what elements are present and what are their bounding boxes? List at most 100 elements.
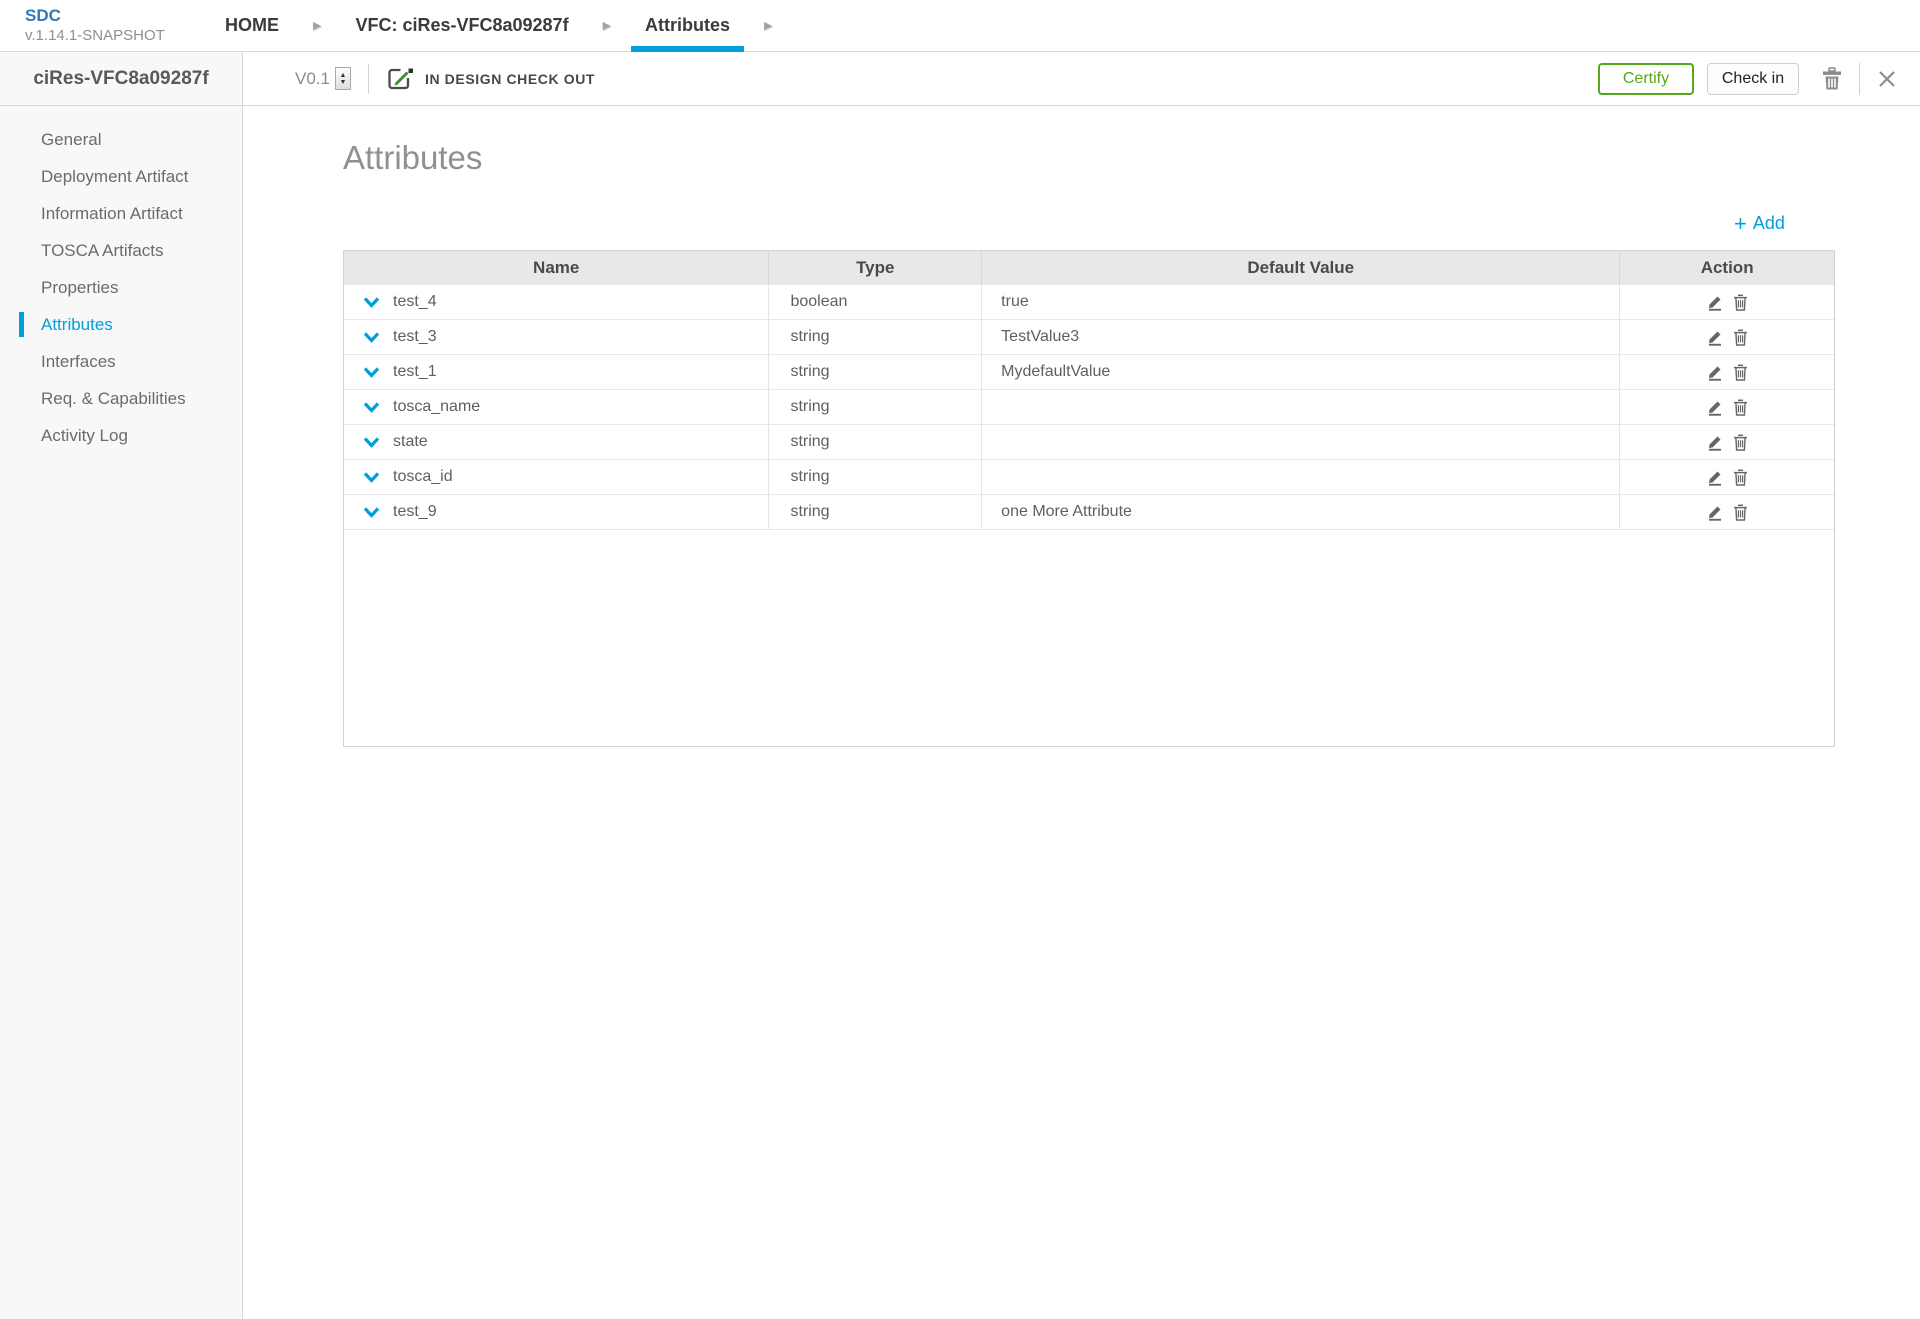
name-cell: tosca_id [344, 460, 770, 494]
sidebar-item[interactable]: TOSCA Artifacts [0, 232, 242, 269]
chevron-down-icon[interactable] [363, 366, 380, 378]
plus-icon: + [1734, 210, 1747, 236]
delete-icon[interactable] [1733, 294, 1748, 311]
attribute-name: test_9 [393, 503, 437, 520]
edit-icon[interactable] [1707, 328, 1724, 346]
attribute-type: string [790, 363, 830, 380]
sidebar-item-label: Attributes [41, 314, 113, 334]
breadcrumb-tab[interactable]: VFC: ciRes-VFC8a09287f [333, 0, 590, 51]
edit-icon[interactable] [1707, 363, 1724, 381]
attribute-type: boolean [790, 293, 848, 310]
delete-icon[interactable] [1733, 434, 1748, 451]
sidebar-item[interactable]: Activity Log [0, 417, 242, 454]
table-row: test_3 string TestValue3 [344, 320, 1834, 355]
top-nav-bar: SDC v.1.14.1-SNAPSHOT HOME ▶ VFC: ciRes-… [0, 0, 1920, 52]
type-cell: string [769, 320, 983, 354]
sidebar-item[interactable]: Information Artifact [0, 195, 242, 232]
delete-icon[interactable] [1733, 469, 1748, 486]
breadcrumb-tab[interactable]: HOME [203, 0, 301, 51]
attribute-type: string [790, 328, 830, 345]
chevron-down-icon[interactable] [363, 506, 380, 518]
attribute-name: test_1 [393, 363, 437, 380]
edit-icon[interactable] [1707, 293, 1724, 311]
sidebar-item[interactable]: Attributes [0, 306, 242, 343]
toolbar-actions: Certify Check in [1598, 62, 1904, 95]
breadcrumb-tab-label: VFC: ciRes-VFC8a09287f [355, 15, 569, 35]
chevron-down-icon[interactable] [363, 296, 380, 308]
certify-button[interactable]: Certify [1598, 62, 1694, 95]
add-attribute-button[interactable]: + Add [1734, 210, 1785, 236]
version-label: V0.1 [295, 68, 330, 88]
delete-icon[interactable] [1733, 329, 1748, 346]
sidebar-item[interactable]: Req. & Capabilities [0, 380, 242, 417]
edit-icon[interactable] [1707, 398, 1724, 416]
table-row: state string [344, 425, 1834, 460]
status-label: IN DESIGN CHECK OUT [424, 70, 596, 87]
edit-icon[interactable] [1707, 468, 1724, 486]
toolbar: V0.1 ▲ ▼ IN DESIGN CHECK OUT Certify Che… [243, 52, 1920, 106]
chevron-down-icon[interactable] [363, 471, 380, 483]
name-cell: test_4 [344, 285, 770, 319]
chevron-down-icon[interactable] [363, 331, 380, 343]
chevron-down-icon[interactable] [363, 436, 380, 448]
attribute-default-value: TestValue3 [1001, 328, 1080, 345]
sidebar-item-label: Properties [41, 277, 119, 297]
sidebar-item[interactable]: General [0, 121, 242, 158]
name-cell: tosca_name [344, 390, 770, 424]
lifecycle-status: IN DESIGN CHECK OUT [386, 65, 595, 92]
table-row: test_1 string MydefaultValue [344, 355, 1834, 390]
delete-icon[interactable] [1733, 399, 1748, 416]
action-cell [1620, 320, 1834, 354]
page-title: Attributes [343, 139, 483, 176]
sidebar-item-label: Deployment Artifact [41, 166, 189, 186]
chevron-down-icon[interactable] [363, 401, 380, 413]
default-value-cell: MydefaultValue [982, 355, 1621, 389]
table-row: test_4 boolean true [344, 285, 1834, 320]
attribute-default-value: one More Attribute [1001, 503, 1132, 520]
default-value-cell [982, 390, 1621, 424]
table-row: tosca_name string [344, 390, 1834, 425]
action-cell [1620, 285, 1834, 319]
sidebar: ciRes-VFC8a09287f General Deployment Art… [0, 52, 243, 1319]
action-cell [1620, 355, 1834, 389]
type-cell: string [769, 460, 983, 494]
close-button[interactable] [1870, 69, 1904, 89]
table-empty-area [344, 530, 1834, 746]
delete-icon[interactable] [1733, 364, 1748, 381]
sidebar-item-label: Req. & Capabilities [41, 388, 186, 408]
delete-icon[interactable] [1733, 504, 1748, 521]
app-logo: SDC v.1.14.1-SNAPSHOT [25, 6, 203, 44]
action-cell [1620, 495, 1834, 529]
sidebar-item[interactable]: Properties [0, 269, 242, 306]
name-cell: test_9 [344, 495, 770, 529]
edit-icon[interactable] [1707, 503, 1724, 521]
attribute-name: test_3 [393, 328, 437, 345]
sidebar-item[interactable]: Deployment Artifact [0, 158, 242, 195]
version-control: V0.1 ▲ ▼ [295, 67, 351, 90]
sidebar-item-label: Information Artifact [41, 203, 183, 223]
sidebar-item-label: General [41, 129, 102, 149]
default-value-cell [982, 425, 1621, 459]
attribute-type: string [790, 503, 830, 520]
edit-icon[interactable] [1707, 433, 1724, 451]
breadcrumb-arrow-icon: ▶ [313, 20, 322, 32]
column-header-action: Action [1700, 258, 1754, 277]
resource-title: ciRes-VFC8a09287f [0, 52, 242, 106]
attribute-name: tosca_name [393, 398, 481, 415]
name-cell: test_3 [344, 320, 770, 354]
type-cell: string [769, 495, 983, 529]
column-header-type: Type [769, 251, 983, 285]
attributes-table: Name Type Default Value Action test_4 bo… [343, 250, 1835, 747]
version-stepper[interactable]: ▲ ▼ [334, 67, 351, 90]
sidebar-item[interactable]: Interfaces [0, 343, 242, 380]
stepper-down-icon: ▼ [339, 78, 347, 86]
checkin-button[interactable]: Check in [1707, 62, 1799, 95]
attribute-type: string [790, 433, 830, 450]
default-value-cell: one More Attribute [982, 495, 1621, 529]
breadcrumb-tab[interactable]: Attributes [623, 0, 752, 52]
action-cell [1620, 390, 1834, 424]
app-name: SDC [25, 6, 61, 26]
attribute-name: tosca_id [393, 468, 453, 485]
delete-version-button[interactable] [1815, 66, 1849, 91]
attribute-type: string [790, 398, 830, 415]
